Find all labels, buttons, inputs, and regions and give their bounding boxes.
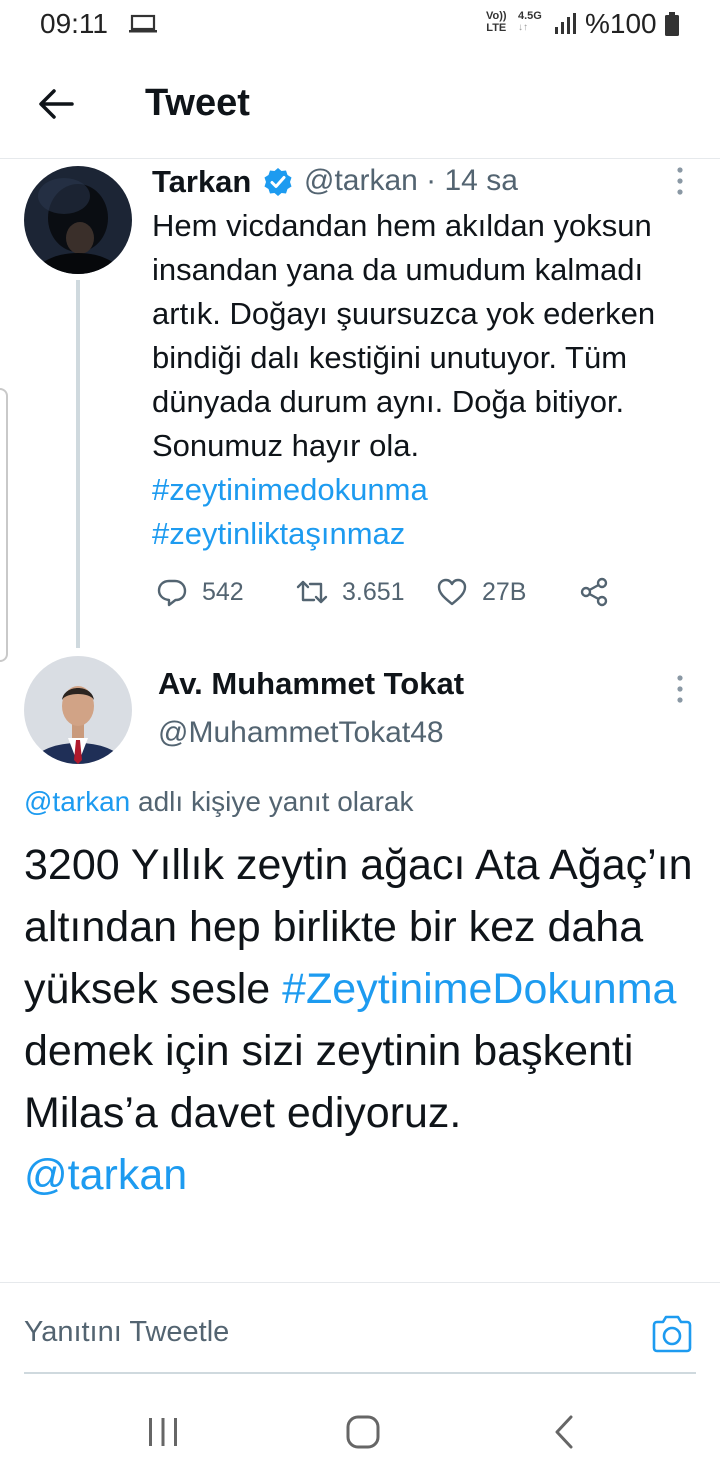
battery-percent: %100 (585, 8, 657, 39)
mention-link[interactable]: @tarkan (24, 1151, 187, 1199)
status-time: 09:11 (40, 8, 108, 39)
reply-divider (0, 1282, 720, 1283)
share-button[interactable] (578, 570, 610, 614)
retweet-count: 3.651 (342, 577, 405, 606)
nav-back-icon[interactable] (552, 1414, 576, 1450)
reply-count: 542 (202, 577, 244, 606)
status-bar: 09:11 Vo)) LTE 4.5G ↓↑ %100 (0, 0, 720, 48)
more-options-icon[interactable] (672, 166, 688, 196)
reply-input-underline (24, 1372, 696, 1374)
like-count: 27B (482, 577, 527, 606)
edge-panel-handle[interactable] (0, 388, 8, 662)
hashtag-link[interactable]: #zeytinliktaşınmaz (152, 512, 697, 556)
camera-icon[interactable] (650, 1312, 694, 1356)
reply-icon (157, 579, 187, 607)
hashtag-link[interactable]: #ZeytinimeDokunma (282, 965, 676, 1013)
tweet2-body-part2: demek için sizi zeytinin başkenti Milas’… (24, 1027, 634, 1137)
avatar-muhammet-tokat[interactable] (24, 656, 132, 764)
laptop-icon (129, 14, 157, 33)
retweet-icon (296, 580, 328, 604)
battery-icon (665, 12, 679, 36)
tweet1-actions: 542 3.651 27B (152, 570, 632, 614)
more-options-icon[interactable] (672, 674, 688, 704)
retweet-button[interactable]: 3.651 (296, 570, 405, 614)
network-generation: 4.5G ↓↑ (518, 10, 542, 33)
verified-badge-icon (264, 168, 292, 196)
page-title: Tweet (145, 82, 250, 124)
reply-to-label: adlı kişiye yanıt olarak (130, 786, 414, 817)
mention-link[interactable]: @tarkan (24, 786, 130, 817)
hashtag-link[interactable]: #zeytinimedokunma (152, 468, 697, 512)
tweet1-author-name[interactable]: Tarkan (152, 164, 251, 200)
avatar-tarkan[interactable] (24, 166, 132, 274)
like-button[interactable]: 27B (436, 570, 526, 614)
like-icon (437, 578, 467, 606)
tweet1-body: Hem vicdandan hem akıldan yoksun insanda… (152, 208, 656, 463)
reply-button[interactable]: 542 (156, 570, 244, 614)
recent-apps-icon[interactable] (146, 1414, 180, 1450)
tweet2-text: 3200 Yıllık zeytin ağacı Ata Ağaç’ın alt… (24, 834, 704, 1206)
tweet1-text: Hem vicdandan hem akıldan yoksun insanda… (152, 204, 697, 556)
home-icon[interactable] (345, 1414, 381, 1450)
header-divider (0, 158, 720, 159)
signal-icon (555, 13, 576, 34)
tweet2-author-name[interactable]: Av. Muhammet Tokat (158, 666, 464, 702)
reply-input[interactable]: Yanıtını Tweetle (24, 1316, 229, 1349)
thread-line (76, 280, 80, 648)
tweet1-handle-time: @tarkan · 14 sa (304, 164, 518, 197)
network-label: Vo)) LTE (486, 10, 507, 34)
share-icon (580, 577, 608, 607)
tweet2-handle[interactable]: @MuhammetTokat48 (158, 716, 444, 750)
replying-to: @tarkan adlı kişiye yanıt olarak (24, 786, 414, 818)
back-arrow-icon[interactable] (36, 84, 76, 124)
